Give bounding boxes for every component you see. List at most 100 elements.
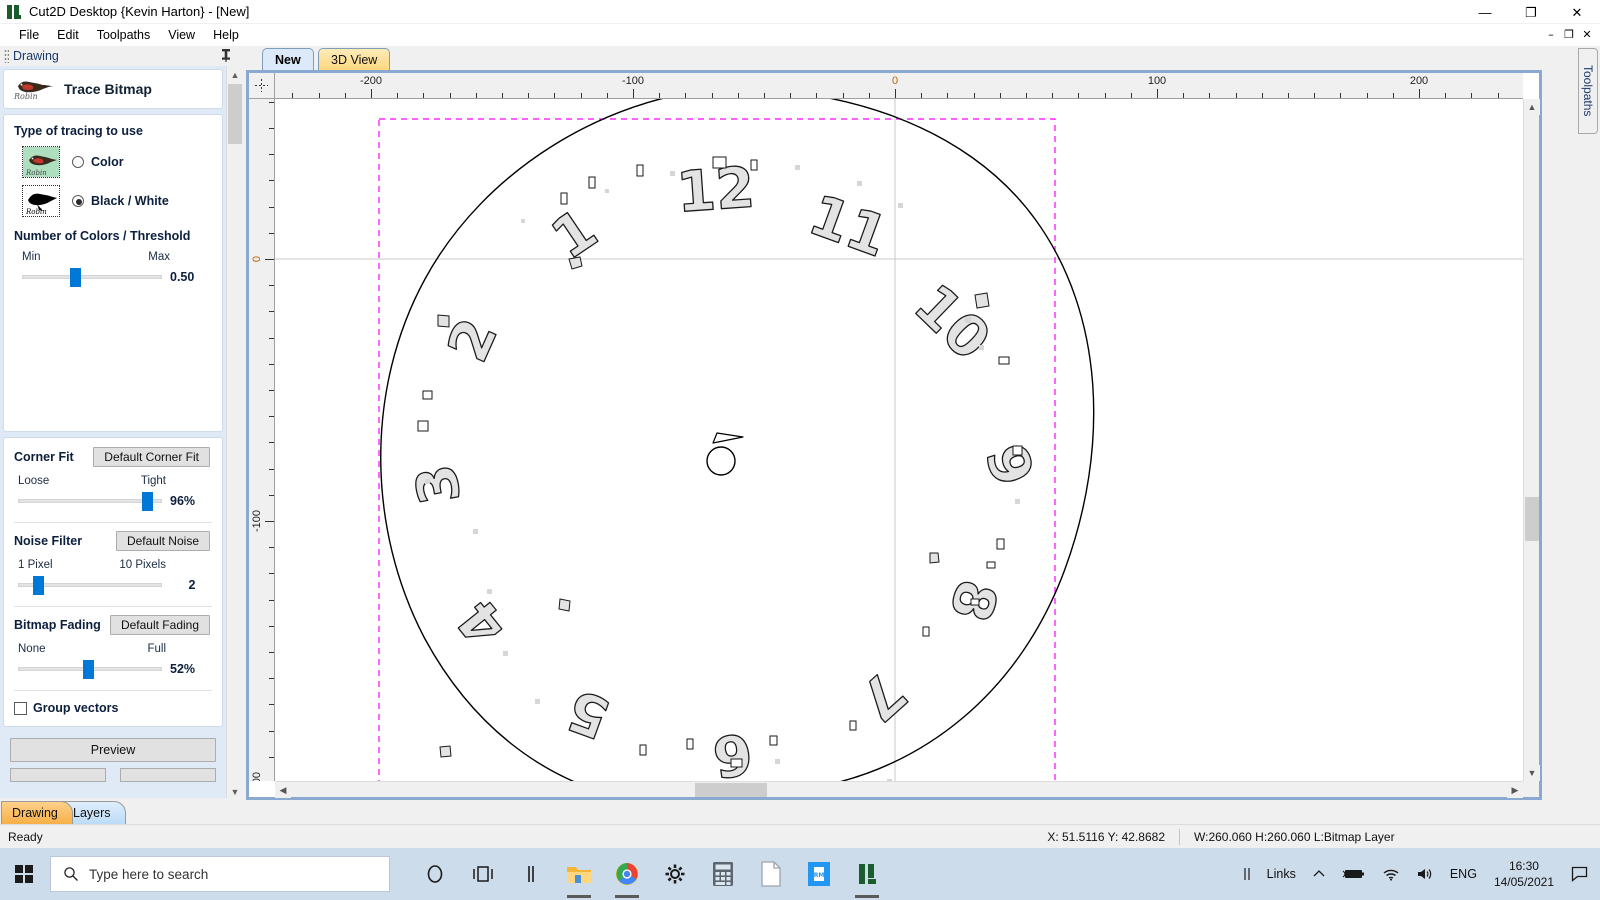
pin-icon[interactable] [220, 48, 232, 65]
pause-icon[interactable] [508, 850, 554, 898]
ruler-tick [269, 364, 274, 365]
secondary-button-right[interactable] [120, 768, 216, 782]
canvas-horizontal-scroll-thumb[interactable] [695, 783, 767, 797]
corner-fit-header: Corner Fit Default Corner Fit [12, 445, 214, 469]
radio-color[interactable] [72, 156, 84, 168]
tray-grip-icon[interactable] [1236, 866, 1258, 882]
ruler-tick [269, 731, 274, 732]
canvas-scroll-down-button[interactable]: ▼ [1524, 765, 1540, 781]
group-vectors-checkbox[interactable] [14, 702, 27, 715]
ruler-tick [685, 93, 686, 98]
notification-icon[interactable] [1564, 866, 1594, 882]
menu-file[interactable]: File [10, 26, 48, 44]
ruler-tick [712, 93, 713, 98]
secondary-button-left[interactable] [10, 768, 106, 782]
menu-help[interactable]: Help [204, 26, 248, 44]
threshold-slider[interactable] [22, 269, 162, 285]
corner-fit-value: 96% [170, 494, 214, 508]
tracing-type-title: Type of tracing to use [14, 124, 214, 138]
canvas-scroll-left-button[interactable]: ◀ [275, 782, 291, 798]
file-explorer-icon[interactable] [556, 850, 602, 898]
taskbar-clock[interactable]: 16:30 14/05/2021 [1486, 858, 1562, 890]
ruler-tick [974, 93, 975, 98]
bitmap-fading-slider-thumb[interactable] [83, 660, 94, 679]
canvas-vertical-scroll-thumb[interactable] [1525, 497, 1539, 541]
tracing-option-black-white[interactable]: Robin Black / White [12, 185, 214, 217]
canvas-horizontal-scrollbar[interactable]: ◀ ▶ [275, 781, 1523, 797]
start-button[interactable] [0, 848, 48, 900]
maximize-button[interactable]: ❐ [1508, 0, 1554, 24]
noise-filter-slider[interactable] [18, 577, 162, 593]
menu-edit[interactable]: Edit [48, 26, 88, 44]
language-indicator[interactable]: ENG [1443, 867, 1484, 881]
calculator-icon[interactable] [700, 850, 746, 898]
group-vectors-row[interactable]: Group vectors [12, 697, 214, 717]
corner-fit-slider[interactable] [18, 493, 162, 509]
chrome-icon[interactable] [604, 850, 650, 898]
tab-new[interactable]: New [262, 48, 314, 70]
default-corner-fit-button[interactable]: Default Corner Fit [93, 447, 210, 467]
svg-text:Robin: Robin [13, 92, 38, 101]
toolpaths-dock-tab[interactable]: Toolpaths [1578, 48, 1598, 134]
clock-hand-fragment [713, 433, 743, 443]
settings-gear-icon[interactable] [652, 850, 698, 898]
search-placeholder-text: Type here to search [89, 867, 208, 882]
tab-3d-view[interactable]: 3D View [318, 48, 390, 70]
menu-view[interactable]: View [159, 26, 204, 44]
mdi-restore-button[interactable]: ❐ [1560, 26, 1578, 42]
threshold-slider-thumb[interactable] [70, 268, 81, 287]
status-bar: Ready X: 51.5116 Y: 42.8682 W:260.060 H:… [0, 824, 1600, 848]
ruler-label: 0 [251, 256, 263, 262]
mdi-window-controls: – ❐ ✕ [1542, 26, 1596, 42]
clock-center-hub [707, 447, 735, 475]
tray-links-label[interactable]: Links [1260, 867, 1303, 881]
ruler-tick [269, 233, 274, 234]
horizontal-ruler[interactable]: -200-1000100200 [275, 73, 1523, 99]
cut2d-icon[interactable] [844, 850, 890, 898]
fit-options-card: Corner Fit Default Corner Fit Loose Tigh… [3, 437, 223, 727]
bitmap-fading-slider[interactable] [18, 661, 162, 677]
preview-button[interactable]: Preview [10, 738, 216, 762]
ruler-origin-corner[interactable] [249, 73, 275, 99]
drawing-canvas[interactable]: 12 11 10 9 8 7 6 5 4 3 2 1 [275, 99, 1523, 781]
canvas-scroll-right-button[interactable]: ▶ [1507, 782, 1523, 798]
canvas-vertical-scrollbar[interactable]: ▲ ▼ [1523, 99, 1539, 781]
windows-start-icon [15, 865, 34, 884]
panel-scrollbar[interactable]: ▲ ▼ [226, 66, 242, 800]
radio-black-white[interactable] [72, 195, 84, 207]
vertical-ruler[interactable]: 0-100-200 [249, 99, 275, 781]
taskbar-search-box[interactable]: Type here to search [50, 856, 390, 892]
canvas-scroll-up-button[interactable]: ▲ [1524, 99, 1540, 115]
notepad-icon[interactable] [748, 850, 794, 898]
task-view-icon[interactable] [460, 850, 506, 898]
panel-scroll-up-button[interactable]: ▲ [227, 66, 243, 83]
ruler-tick [269, 390, 274, 391]
noise-filter-value: 2 [170, 578, 214, 592]
panel-scroll-thumb[interactable] [228, 84, 242, 144]
minimize-button[interactable]: — [1462, 0, 1508, 24]
panel-grip-icon[interactable] [4, 49, 9, 63]
ruler-tick [269, 154, 274, 155]
tab-drawing[interactable]: Drawing [1, 801, 73, 824]
battery-icon[interactable] [1335, 867, 1373, 881]
mdi-close-button[interactable]: ✕ [1578, 26, 1596, 42]
menu-toolpaths[interactable]: Toolpaths [88, 26, 160, 44]
title-bar: Cut2D Desktop {Kevin Harton} - [New] — ❐… [0, 0, 1600, 24]
ruler-tick [1026, 93, 1027, 98]
corner-fit-slider-track [18, 499, 162, 503]
volume-icon[interactable] [1409, 867, 1441, 881]
default-fading-button[interactable]: Default Fading [110, 615, 210, 635]
pdf-reader-icon[interactable]: RM [796, 850, 842, 898]
ruler-tick [1314, 93, 1315, 98]
chevron-up-icon[interactable] [1305, 867, 1333, 881]
close-button[interactable]: ✕ [1554, 0, 1600, 24]
default-noise-button[interactable]: Default Noise [116, 531, 210, 551]
ruler-tick [269, 678, 274, 679]
mdi-minimize-button[interactable]: – [1542, 26, 1560, 42]
clock-date: 14/05/2021 [1494, 874, 1554, 890]
tracing-option-color[interactable]: Robin Color [12, 146, 214, 178]
wifi-icon[interactable] [1375, 867, 1407, 881]
cortana-icon[interactable] [412, 850, 458, 898]
noise-filter-slider-thumb[interactable] [33, 576, 44, 595]
corner-fit-slider-thumb[interactable] [142, 492, 153, 511]
